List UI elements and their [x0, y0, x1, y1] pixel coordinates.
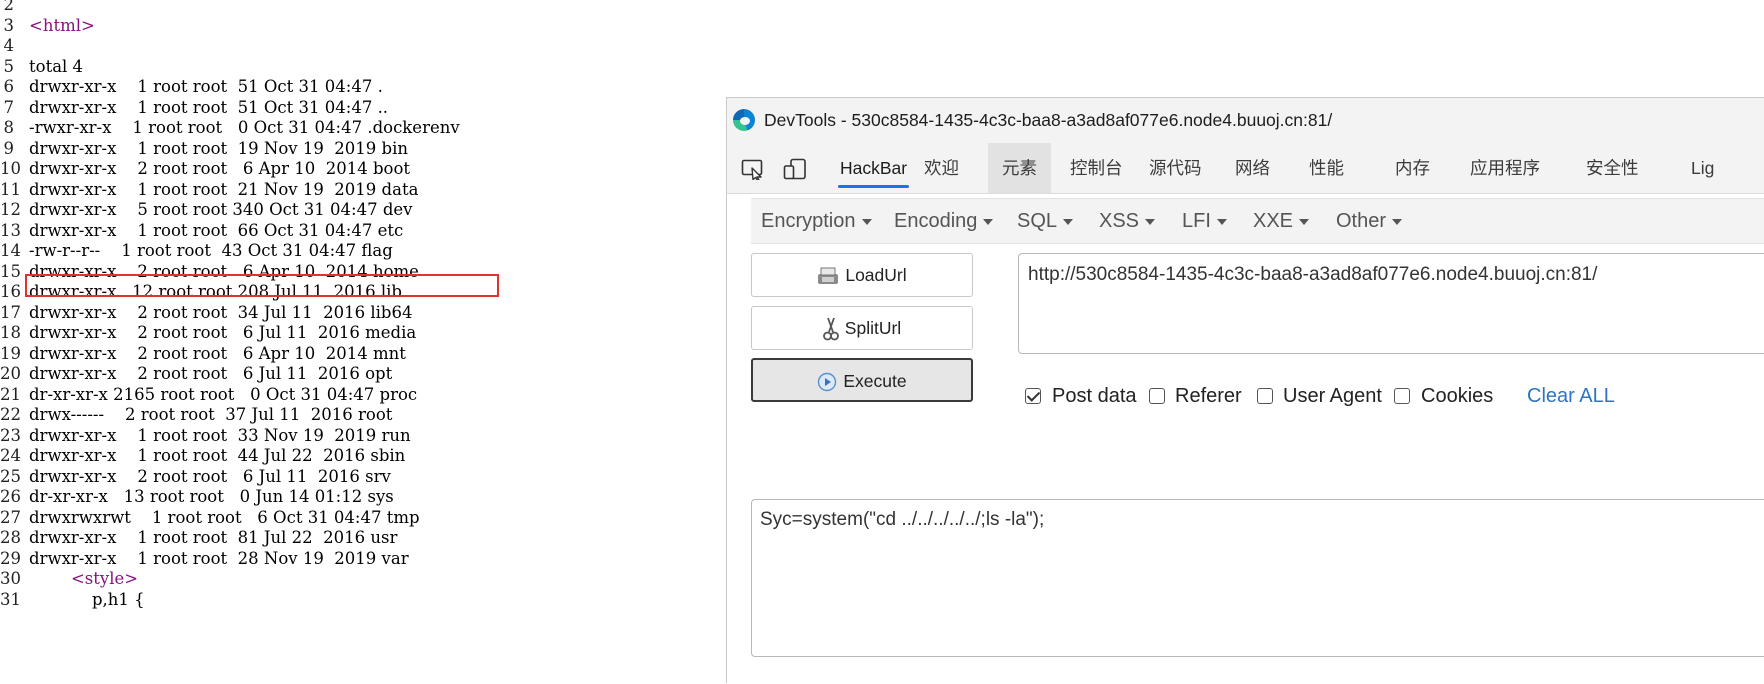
menu-encryption[interactable]: Encryption: [761, 199, 872, 243]
device-emulation-icon[interactable]: [783, 158, 807, 180]
menu-encoding[interactable]: Encoding: [894, 199, 994, 243]
menu-lfi-label: LFI: [1182, 210, 1211, 232]
devtools-title: DevTools - 530c8584-1435-4c3c-baa8-a3ad8…: [764, 110, 1333, 130]
caret-down-icon: [1063, 218, 1074, 225]
tab-elements[interactable]: 元素: [988, 143, 1051, 193]
source-code-text: <html>: [29, 15, 95, 35]
caret-down-icon: [1145, 218, 1156, 225]
tab-welcome[interactable]: 欢迎: [924, 143, 959, 193]
caret-down-icon: [1299, 218, 1310, 225]
menu-sql[interactable]: SQL: [1017, 199, 1074, 243]
menu-encoding-label: Encoding: [894, 210, 978, 232]
menu-xss-label: XSS: [1099, 210, 1140, 232]
user-agent-label: User Agent: [1283, 385, 1382, 407]
scissors-icon: [822, 318, 839, 341]
post-data-input[interactable]: Syc=system("cd ../../../../../;ls -la");: [751, 499, 1764, 657]
cookies-checkbox[interactable]: [1394, 388, 1410, 404]
tab-console[interactable]: 控制台: [1070, 143, 1123, 193]
user-agent-checkbox[interactable]: [1257, 388, 1273, 404]
edge-logo-icon: [733, 109, 755, 131]
play-icon: [818, 373, 837, 392]
menu-lfi[interactable]: LFI: [1182, 199, 1227, 243]
load-url-button[interactable]: LoadUrl: [751, 253, 973, 297]
menu-other-label: Other: [1336, 210, 1387, 232]
tab-application[interactable]: 应用程序: [1470, 143, 1540, 193]
inspect-element-icon[interactable]: [741, 158, 765, 180]
menu-xss[interactable]: XSS: [1099, 199, 1156, 243]
menu-encryption-label: Encryption: [761, 210, 856, 232]
devtools-tabbar: HackBar 欢迎 元素 控制台 源代码 网络 性能 内存 应用程序 安全性 …: [727, 143, 1764, 194]
split-url-label: SplitUrl: [844, 318, 902, 338]
tab-lighthouse[interactable]: Lig: [1691, 143, 1714, 193]
load-url-icon: [818, 267, 839, 285]
menu-xxe[interactable]: XXE: [1253, 199, 1310, 243]
hackbar-menubar: Encryption Encoding SQL XSS LFI XXE Othe…: [751, 198, 1764, 244]
tab-security[interactable]: 安全性: [1586, 143, 1639, 193]
source-code-text: p,h1 {: [29, 589, 145, 609]
tab-memory[interactable]: 内存: [1395, 143, 1430, 193]
tab-network[interactable]: 网络: [1235, 143, 1270, 193]
line-number: 31: [0, 589, 21, 609]
execute-label: Execute: [843, 371, 907, 391]
caret-down-icon: [1392, 218, 1403, 225]
url-input[interactable]: http://530c8584-1435-4c3c-baa8-a3ad8af07…: [1018, 253, 1764, 354]
load-url-label: LoadUrl: [845, 265, 907, 285]
post-data-checkbox[interactable]: [1025, 388, 1041, 404]
menu-xxe-label: XXE: [1253, 210, 1294, 232]
caret-down-icon: [1216, 218, 1227, 225]
tab-sources[interactable]: 源代码: [1149, 143, 1202, 193]
caret-down-icon: [983, 218, 994, 225]
flag-line-highlight: [25, 274, 499, 297]
devtools-window: DevTools - 530c8584-1435-4c3c-baa8-a3ad8…: [726, 97, 1764, 684]
post-data-label: Post data: [1052, 385, 1137, 407]
devtools-titlebar[interactable]: DevTools - 530c8584-1435-4c3c-baa8-a3ad8…: [727, 98, 1764, 143]
execute-button[interactable]: Execute: [751, 358, 973, 402]
hackbar-panel: Encryption Encoding SQL XSS LFI XXE Othe…: [727, 194, 1764, 684]
source-line: 31 p,h1 {: [0, 588, 145, 611]
cookies-label: Cookies: [1421, 385, 1494, 407]
referer-label: Referer: [1175, 385, 1242, 407]
tab-performance[interactable]: 性能: [1309, 143, 1344, 193]
menu-other[interactable]: Other: [1336, 199, 1403, 243]
clear-all-link[interactable]: Clear ALL: [1527, 382, 1615, 410]
caret-down-icon: [861, 218, 872, 225]
request-options: Post data Referer User Agent Cookies Cle…: [1017, 382, 1764, 410]
tab-hackbar[interactable]: HackBar: [837, 143, 910, 193]
referer-checkbox[interactable]: [1149, 388, 1165, 404]
split-url-button[interactable]: SplitUrl: [751, 306, 973, 350]
menu-sql-label: SQL: [1017, 210, 1058, 232]
